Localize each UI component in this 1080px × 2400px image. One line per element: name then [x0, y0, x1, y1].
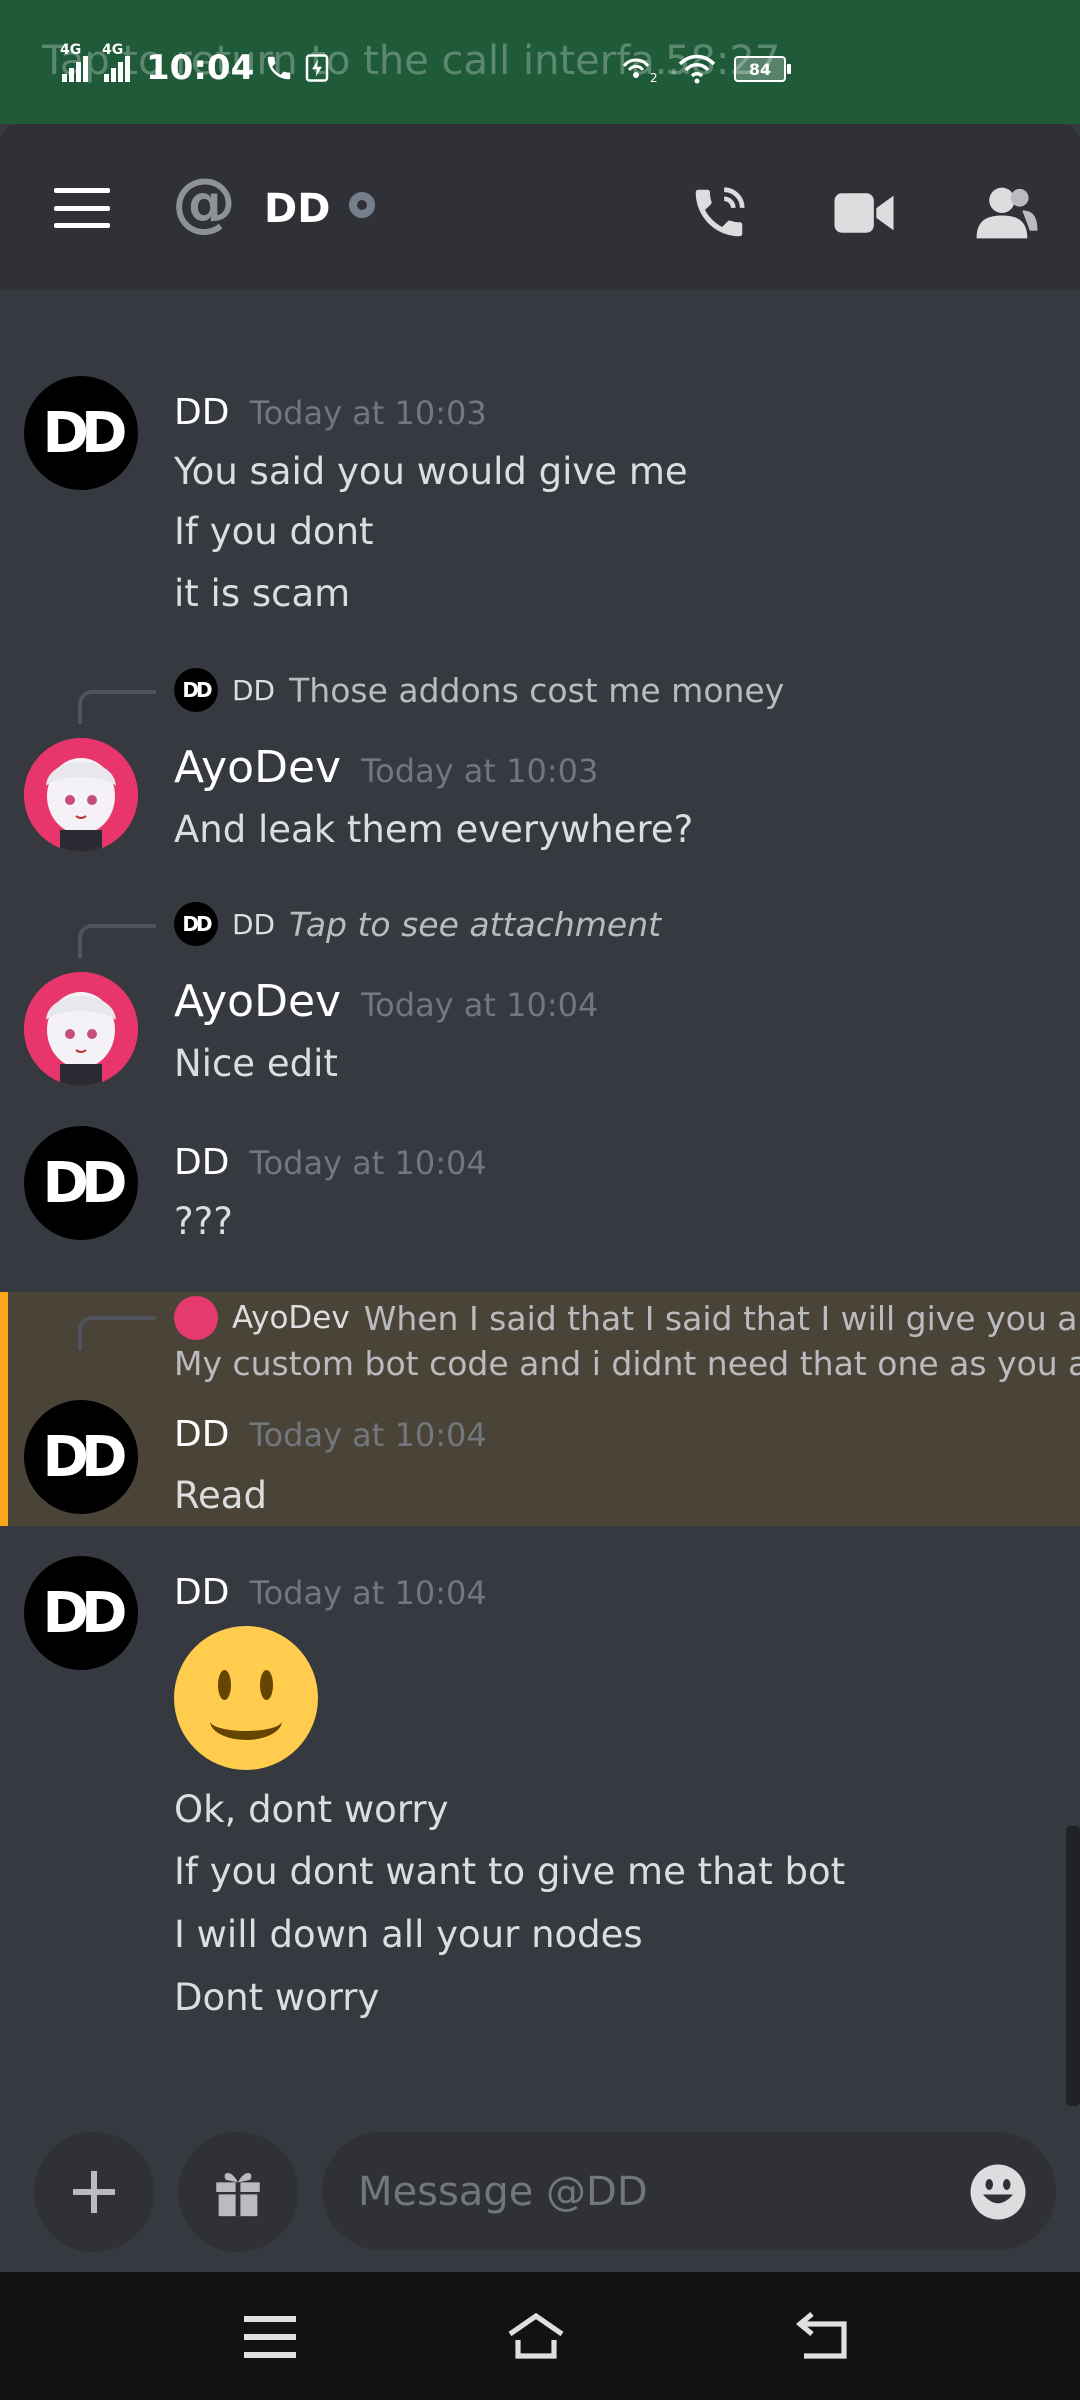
status-bar[interactable]: Tap to return to the call interfa... 58:… [0, 0, 1080, 124]
avatar[interactable] [24, 972, 138, 1086]
channel-header: @ DD [0, 124, 1080, 290]
message-text: ??? [174, 1200, 233, 1243]
message-item[interactable]: DD DD Today at 10:04 ??? [0, 1120, 1080, 1270]
status-indicator [349, 192, 375, 218]
system-navigation-bar [0, 2272, 1080, 2400]
reply-spine [78, 690, 156, 724]
status-left: 4G 4G 10:04 [60, 42, 330, 88]
svg-text:2: 2 [650, 71, 658, 84]
reply-preview[interactable]: DD DD Tap to see attachment [174, 902, 661, 946]
message-text: If you dont want to give me that bot [174, 1850, 846, 1893]
signal-icon-2: 4G [102, 42, 130, 82]
message-text: it is scam [174, 572, 351, 615]
message-text: If you dont [174, 510, 374, 553]
attachment-link[interactable]: Tap to see attachment [289, 905, 661, 944]
reply-avatar [174, 1296, 218, 1340]
reply-preview[interactable]: AyoDev When I said that I said that I wi… [174, 1296, 1077, 1340]
reply-spine [78, 1316, 156, 1350]
message-composer [0, 2118, 1080, 2272]
slightly-smiling-face-icon[interactable] [174, 1626, 318, 1770]
message-timestamp: Today at 10:04 [249, 1144, 487, 1182]
home-icon[interactable] [506, 2308, 566, 2364]
emoji-picker-icon[interactable] [968, 2162, 1028, 2222]
message-input[interactable] [356, 2154, 940, 2230]
message-text: Read [174, 1474, 267, 1517]
avatar[interactable]: DD [24, 1556, 138, 1670]
message-text: Dont worry [174, 1976, 380, 2019]
avatar[interactable]: DD [24, 376, 138, 490]
message-author[interactable]: AyoDev Today at 10:04 [174, 976, 598, 1027]
message-text: Ok, dont worry [174, 1788, 449, 1831]
avatar[interactable]: DD [24, 1400, 138, 1514]
message-item[interactable]: AyoDev When I said that I said that I wi… [0, 1296, 1080, 1526]
back-icon[interactable] [792, 2308, 852, 2364]
message-author[interactable]: DD Today at 10:04 [174, 1142, 487, 1183]
plus-icon [73, 2171, 115, 2213]
message-text: You said you would give me [174, 450, 688, 493]
gift-button[interactable] [178, 2132, 298, 2252]
avatar[interactable]: DD [24, 1126, 138, 1240]
menu-icon[interactable] [54, 188, 110, 228]
reply-avatar: DD [174, 902, 218, 946]
message-timestamp: Today at 10:04 [249, 1416, 487, 1454]
members-icon[interactable] [974, 182, 1040, 244]
message-item[interactable]: DD DD Tap to see attachment AyoDev Today … [0, 902, 1080, 1102]
message-text: Nice edit [174, 1042, 338, 1085]
message-author[interactable]: DD Today at 10:03 [174, 392, 487, 433]
message-author[interactable]: DD Today at 10:04 [174, 1414, 487, 1455]
message-text: And leak them everywhere? [174, 808, 694, 851]
message-author[interactable]: AyoDev Today at 10:03 [174, 742, 598, 793]
message-timestamp: Today at 10:04 [249, 1574, 487, 1612]
call-icon[interactable] [688, 182, 750, 244]
message-author[interactable]: DD Today at 10:04 [174, 1572, 487, 1613]
reply-avatar: DD [174, 668, 218, 712]
status-right: 2 84 [620, 54, 791, 84]
clock: 10:04 [146, 48, 255, 88]
battery-icon: 84 [734, 56, 791, 82]
message-timestamp: Today at 10:04 [361, 986, 599, 1024]
reply-spine [78, 924, 156, 958]
message-item[interactable]: DD DD Those addons cost me money AyoDev T… [0, 668, 1080, 868]
video-call-icon[interactable] [832, 182, 896, 244]
recent-apps-icon[interactable] [240, 2308, 300, 2364]
message-text: I will down all your nodes [174, 1913, 643, 1956]
message-timestamp: Today at 10:03 [361, 752, 599, 790]
message-item[interactable]: DD DD Today at 10:04 [0, 1556, 1080, 2036]
avatar[interactable] [24, 738, 138, 852]
message-input-container[interactable] [322, 2132, 1056, 2250]
add-attachment-button[interactable] [34, 2132, 154, 2252]
wifi-calling-icon: 2 [622, 58, 658, 84]
message-item[interactable]: DD DD Today at 10:03 You said you would g… [0, 370, 1080, 630]
charging-icon [305, 54, 329, 82]
gift-icon [216, 2172, 260, 2217]
scrollbar[interactable] [1066, 1826, 1080, 2106]
message-timestamp: Today at 10:03 [249, 394, 487, 432]
page-title: DD [264, 186, 331, 232]
reply-preview[interactable]: DD DD Those addons cost me money [174, 668, 784, 712]
reply-preview-continued: My custom bot code and i didnt need that… [174, 1344, 1080, 1383]
signal-icon: 4G [60, 42, 88, 82]
at-icon: @ [172, 166, 236, 240]
phone-call-icon [267, 56, 291, 80]
wifi-icon [678, 54, 716, 84]
